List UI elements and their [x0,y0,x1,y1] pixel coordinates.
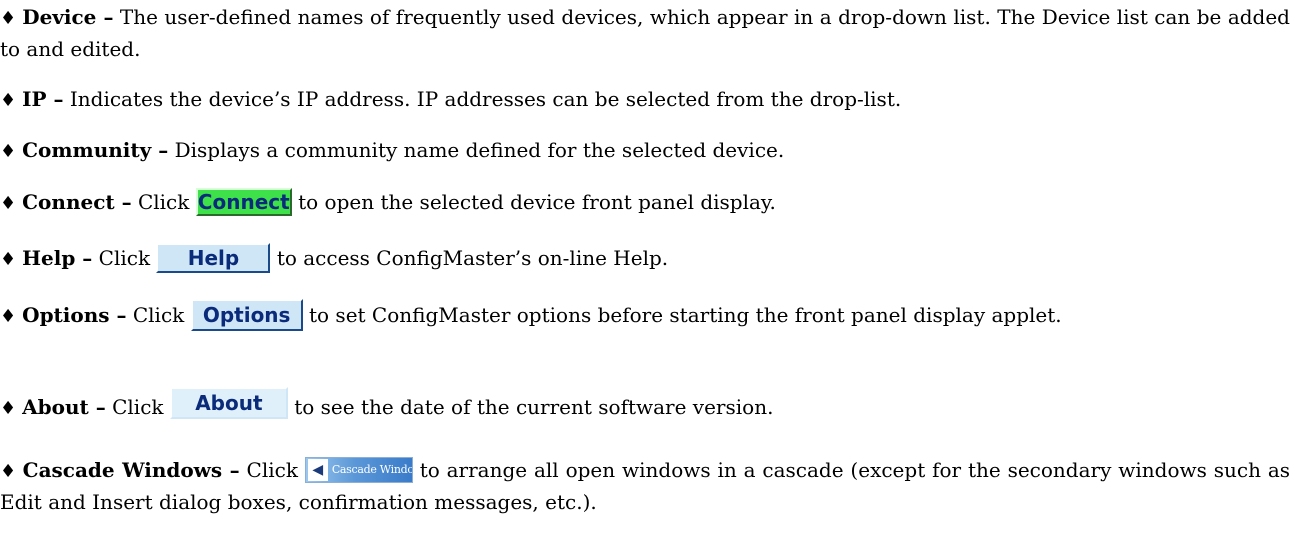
bullet-icon: ♦ [0,249,17,270]
term-options: Options – [22,303,127,327]
help-button[interactable]: Help [156,242,271,273]
bullet-icon: ♦ [0,398,17,419]
cascade-windows-button-label: Cascade Windows [331,462,413,476]
term-about: About – [22,395,106,419]
description-connect: to open the selected device front panel … [298,190,776,214]
description-about: to see the date of the current software … [294,395,774,419]
options-button[interactable]: Options [190,298,303,331]
description-device: The user-defined names of frequently use… [0,5,1290,61]
bullet-icon: ♦ [0,193,17,214]
list-item-connect: ♦ Connect – Click Connect to open the sel… [0,187,1290,219]
description-help: to access ConfigMaster’s on-line Help. [276,246,669,270]
list-item-about: ♦ About – Click About to see the date of … [0,386,1290,425]
click-label: Click [98,246,151,270]
click-label: Click [112,395,164,419]
click-label: Click [246,458,298,482]
description-community: Displays a community name defined for th… [174,138,785,162]
list-item-cascade-windows: ♦Cascade Windows – Click ◀Cascade Window… [0,455,1290,517]
description-options: to set ConfigMaster options before start… [309,303,1062,327]
list-item-ip: ♦ IP – Indicates the device’s IP address.… [0,84,1290,116]
cascade-windows-button[interactable]: ◀Cascade Windows [304,456,413,483]
bullet-icon: ♦ [0,306,17,327]
document-page: ♦ Device – The user-defined names of freq… [0,0,1295,535]
bullet-icon: ♦ [0,461,17,482]
term-connect: Connect – [22,190,132,214]
bullet-icon: ♦ [0,8,17,29]
connect-button[interactable]: Connect [195,187,292,216]
term-cascade-windows: Cascade Windows – [22,458,240,482]
about-button[interactable]: About [169,386,288,419]
bullet-icon: ♦ [0,141,17,162]
left-arrow-icon: ◀ [307,458,328,481]
click-label: Click [132,303,185,327]
click-label: Click [137,190,190,214]
list-item-community: ♦ Community – Displays a community name d… [0,135,1290,167]
list-item-options: ♦ Options – Click Options to set ConfigMa… [0,298,1290,333]
term-device: Device – [22,5,114,29]
term-ip: IP – [22,87,64,111]
term-community: Community – [22,138,169,162]
list-item-help: ♦ Help – Click Help to access ConfigMaste… [0,242,1290,275]
term-help: Help – [22,246,93,270]
description-ip: Indicates the device’s IP address. IP ad… [69,87,902,111]
bullet-icon: ♦ [0,90,17,111]
list-item-device: ♦ Device – The user-defined names of freq… [0,2,1290,64]
